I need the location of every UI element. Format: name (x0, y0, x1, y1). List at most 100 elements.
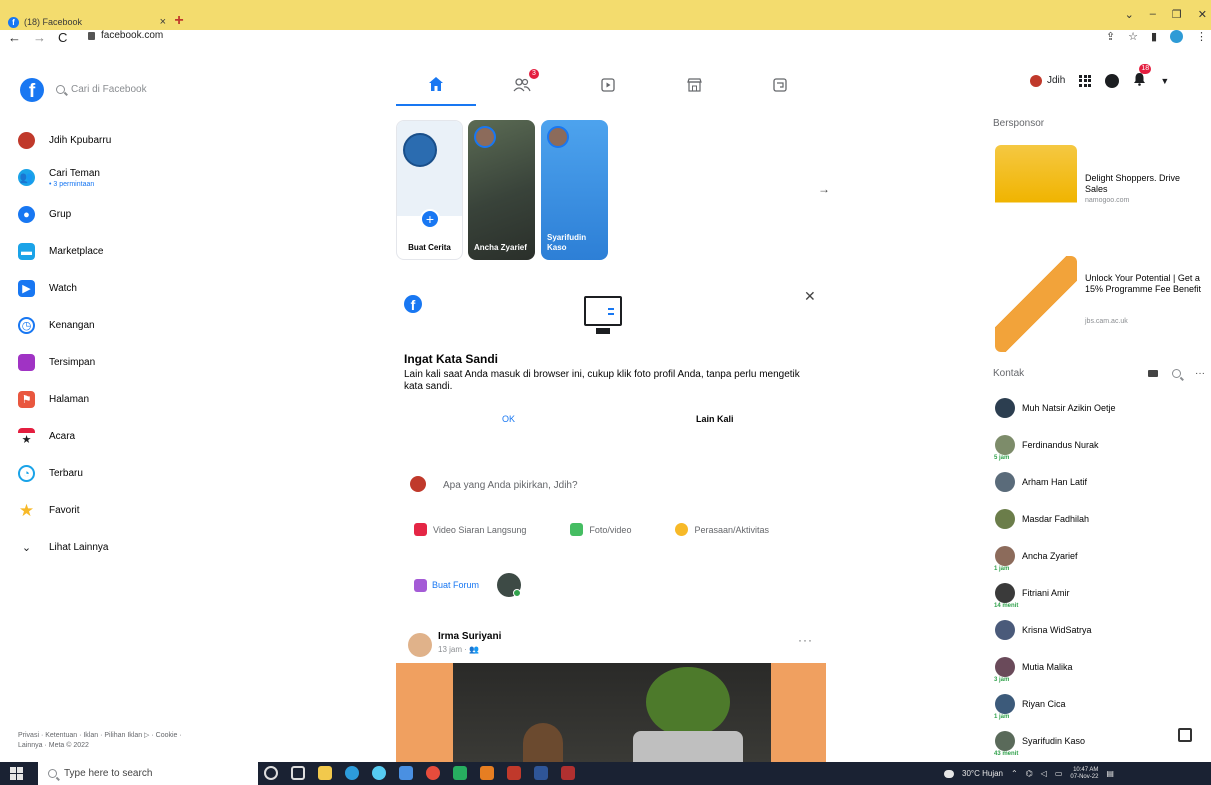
file-explorer-icon[interactable] (318, 766, 332, 780)
new-message-icon[interactable] (1178, 728, 1192, 742)
photo-video-button[interactable]: Foto/video (570, 523, 631, 536)
share-icon[interactable]: ⇪ (1106, 30, 1115, 43)
avatar[interactable] (497, 573, 522, 597)
feeling-activity-button[interactable]: Perasaan/Aktivitas (675, 523, 769, 536)
new-tab-button[interactable]: + (170, 12, 188, 30)
sidebar-item-saved[interactable]: Tersimpan (18, 344, 218, 381)
create-story-card[interactable]: + Buat Cerita (396, 120, 463, 260)
weather-text[interactable]: 30°C Hujan (962, 769, 1003, 778)
stories-next-arrow-icon[interactable]: → (818, 182, 830, 196)
back-icon[interactable]: ← (8, 30, 21, 45)
task-view-icon[interactable] (291, 766, 305, 780)
contact-item[interactable]: 3 jam Mutia Malika (994, 653, 1073, 684)
sidebar-item-watch[interactable]: ▶ Watch (18, 270, 218, 307)
notifications-button[interactable]: 18 (1133, 64, 1152, 89)
facebook-logo-icon[interactable]: f (20, 78, 44, 102)
account-chevron-down-icon[interactable]: ▼ (1160, 76, 1169, 86)
tab-search-icon[interactable]: ⌄ (1125, 8, 1134, 21)
sidebar-item-marketplace[interactable]: ▬ Marketplace (18, 233, 218, 270)
forward-icon[interactable]: → (33, 30, 46, 45)
url-field[interactable]: facebook.com (88, 30, 163, 41)
tab-marketplace[interactable] (654, 64, 734, 106)
sidebar-item-memories[interactable]: ◷ Kenangan (18, 307, 218, 344)
taskbar-search-input[interactable]: Type here to search (38, 762, 258, 785)
contacts-more-button[interactable]: ··· (1195, 368, 1205, 379)
side-panel-icon[interactable]: ▮ (1151, 30, 1157, 43)
restore-icon[interactable]: ❐ (1172, 8, 1182, 21)
network-icon[interactable]: ⌬ (1026, 769, 1033, 778)
live-video-button[interactable]: Video Siaran Langsung (414, 523, 526, 536)
bookmark-star-icon[interactable]: ☆ (1128, 30, 1138, 43)
post-more-button[interactable]: ··· (798, 633, 813, 647)
close-icon[interactable]: ✕ (804, 288, 816, 305)
windows-start-icon[interactable] (10, 767, 23, 780)
contact-item[interactable]: 1 jam Ancha Zyarief (994, 542, 1078, 573)
sidebar-item-pages[interactable]: ⚑ Halaman (18, 381, 218, 418)
browser-profile-icon[interactable] (1170, 30, 1183, 43)
create-forum-button[interactable]: Buat Forum (414, 578, 479, 592)
tab-close-icon[interactable]: × (160, 16, 166, 28)
contact-item[interactable]: 14 menit Fitriani Amir (994, 579, 1070, 610)
story-card[interactable]: Syarifudin Kaso (541, 120, 608, 260)
chrome-icon[interactable] (426, 766, 440, 780)
avatar[interactable] (408, 633, 432, 657)
tray-chevron-icon[interactable]: ⌃ (1011, 769, 1018, 778)
app-icon[interactable] (561, 766, 575, 780)
sidebar-item-see-more[interactable]: ⌄ Lihat Lainnya (18, 529, 218, 566)
browser-menu-icon[interactable]: ⋮ (1196, 30, 1207, 43)
edge-icon[interactable] (345, 766, 359, 780)
footer-links[interactable]: Privasi · Ketentuan · Iklan · Pilihan Ik… (18, 731, 208, 751)
browser-app-icon[interactable] (372, 766, 386, 780)
post-image[interactable] (396, 663, 826, 763)
feed-post: Irma Suriyani 13 jam · 👥 ··· (396, 623, 836, 763)
cortana-icon[interactable] (264, 766, 278, 780)
contact-item[interactable]: Masdar Fadhilah (995, 505, 1089, 533)
word-icon[interactable] (534, 766, 548, 780)
contact-item[interactable]: Krisna WidSatrya (995, 616, 1092, 644)
pdf-icon[interactable] (507, 766, 521, 780)
sidebar-item-favorites[interactable]: ★ Favorit (18, 492, 218, 529)
sidebar-item-events[interactable]: ★ Acara (18, 418, 218, 455)
messenger-icon[interactable] (1105, 73, 1120, 88)
sidebar-item-recent[interactable]: ◔ Terbaru (18, 455, 218, 492)
sidebar-item-find-friends[interactable]: 👥 Cari Teman • 3 permintaan (18, 159, 218, 196)
plant-shape (646, 667, 730, 737)
volume-icon[interactable]: ◁ (1041, 769, 1047, 778)
minimize-icon[interactable]: – (1150, 8, 1156, 21)
video-call-icon[interactable] (1148, 370, 1158, 377)
tab-gaming[interactable] (740, 64, 820, 106)
contact-item[interactable]: 5 jam Ferdinandus Nurak (994, 431, 1099, 462)
contact-item[interactable]: 1 jam Riyan Cica (994, 690, 1066, 721)
contact-item[interactable]: 43 menit Syarifudin Kaso (994, 727, 1085, 758)
later-button[interactable]: Lain Kali (696, 414, 734, 424)
sidebar-item-groups[interactable]: ● Grup (18, 196, 218, 233)
menu-grid-icon[interactable] (1079, 74, 1092, 87)
contact-item[interactable]: Arham Han Latif (995, 468, 1087, 496)
ad-card[interactable]: Unlock Your Potential | Get a 15% Progra… (993, 256, 1205, 352)
browser-tab-facebook[interactable]: f (18) Facebook × (8, 14, 166, 30)
window-close-icon[interactable]: ✕ (1198, 8, 1207, 21)
tab-friends[interactable]: 3 (482, 64, 562, 106)
search-icon[interactable] (1172, 369, 1181, 378)
ad-card[interactable]: Delight Shoppers. Drive Sales namogoo.co… (993, 145, 1205, 241)
sidebar-item-profile[interactable]: Jdih Kpubarru (18, 122, 218, 159)
notification-center-icon[interactable]: ▤ (1106, 769, 1114, 778)
contact-name: Ancha Zyarief (1022, 551, 1078, 561)
ok-button[interactable]: OK (502, 414, 515, 424)
search-input[interactable]: Cari di Facebook (56, 79, 196, 99)
taskbar-clock[interactable]: 10:47 AM 07-Nov-22 (1070, 767, 1098, 781)
excel-icon[interactable] (453, 766, 467, 780)
store-icon[interactable] (399, 766, 413, 780)
contact-item[interactable]: Muh Natsir Azikin Oetje (995, 394, 1116, 422)
post-timestamp[interactable]: 13 jam · 👥 (438, 645, 479, 654)
post-author[interactable]: Irma Suriyani (438, 631, 501, 642)
tab-watch[interactable] (568, 64, 648, 106)
battery-icon[interactable]: ▭ (1055, 769, 1063, 778)
reload-icon[interactable]: C (58, 30, 67, 45)
app-icon[interactable] (480, 766, 494, 780)
composer-input[interactable]: Apa yang Anda pikirkan, Jdih? (443, 480, 578, 491)
monitor-icon (584, 296, 622, 334)
story-card[interactable]: Ancha Zyarief (468, 120, 535, 260)
tab-home[interactable] (396, 64, 476, 106)
profile-shortcut[interactable]: Jdih (1030, 74, 1065, 87)
